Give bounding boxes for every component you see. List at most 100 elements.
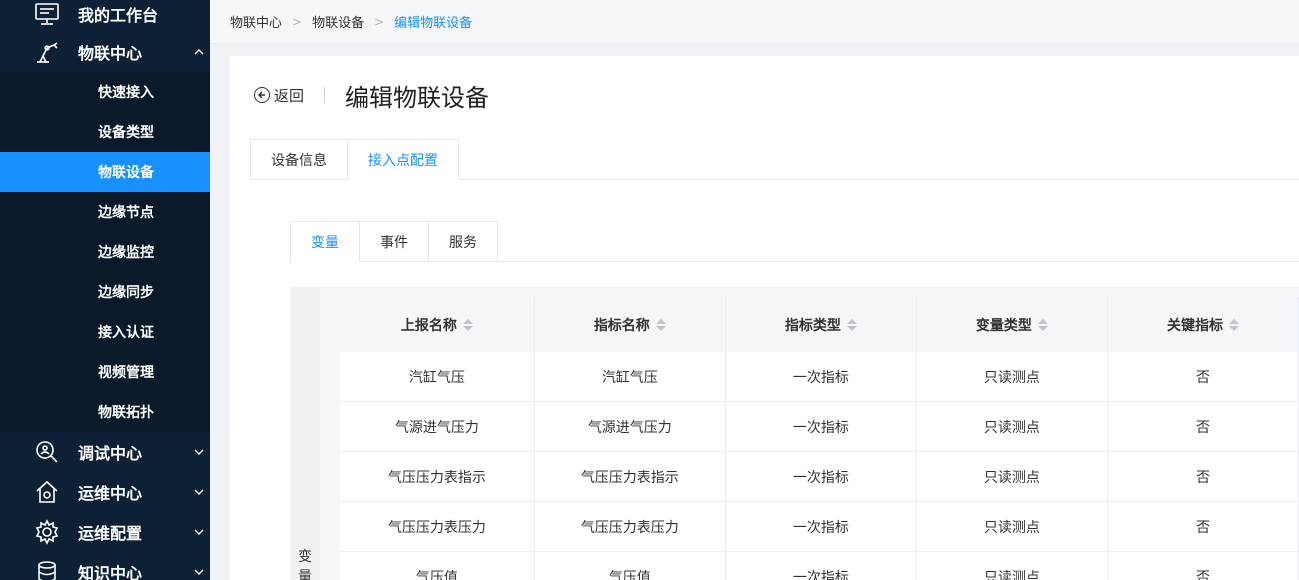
table-cell: 汽缸气压 <box>535 352 726 401</box>
table-cell: 只读测点 <box>917 552 1108 580</box>
table-cell: 只读测点 <box>917 352 1108 401</box>
tab-service[interactable]: 服务 <box>428 221 498 262</box>
sub-tabs: 变量 事件 服务 <box>290 221 1299 262</box>
nav-group-debug-center[interactable]: 调试中心 <box>0 432 210 472</box>
chevron-down-icon <box>194 569 204 575</box>
column-header-report-name[interactable]: 上报名称 <box>340 297 535 352</box>
main-card: 返回 编辑物联设备 设备信息 接入点配置 变量 事件 服务 变量 上报名称 指标… <box>230 56 1299 580</box>
nav-group-ops-center[interactable]: 运维中心 <box>0 472 210 512</box>
table-row[interactable]: 气压值 气压值 一次指标 只读测点 否 <box>340 552 1299 580</box>
robot-arm-icon <box>34 39 60 65</box>
table-cell: 否 <box>1108 552 1299 580</box>
column-header-label: 指标名称 <box>593 317 650 334</box>
nav-group-ops-config[interactable]: 运维配置 <box>0 512 210 552</box>
table-row[interactable]: 气压压力表指示 气压压力表指示 一次指标 只读测点 否 <box>340 452 1299 502</box>
table-header: 上报名称 指标名称 指标类型 变量类型 关键指标 <box>340 297 1299 352</box>
chevron-up-icon <box>194 49 204 55</box>
nav-group-label: 调试中心 <box>78 444 143 463</box>
back-button[interactable]: 返回 <box>254 85 304 106</box>
table-cell: 气压值 <box>535 552 726 580</box>
table-cell: 气源进气压力 <box>340 402 535 451</box>
variable-side-strip: 变量 <box>290 287 320 580</box>
sidebar-item-video-management[interactable]: 视频管理 <box>0 352 210 392</box>
gear-icon <box>34 519 60 545</box>
page-title: 编辑物联设备 <box>345 83 490 112</box>
table-row[interactable]: 汽缸气压 汽缸气压 一次指标 只读测点 否 <box>340 352 1299 402</box>
sort-icon[interactable] <box>1228 318 1239 331</box>
tab-device-info[interactable]: 设备信息 <box>250 139 348 180</box>
table-cell: 气压压力表压力 <box>535 502 726 551</box>
sort-icon[interactable] <box>846 318 857 331</box>
table-cell: 一次指标 <box>726 552 917 580</box>
column-header-label: 上报名称 <box>400 317 457 334</box>
table-cell: 气压压力表指示 <box>535 452 726 501</box>
nav-group-label: 知识中心 <box>78 564 143 580</box>
chevron-down-icon <box>194 489 204 495</box>
title-divider <box>324 87 326 103</box>
main-tabs: 设备信息 接入点配置 <box>250 139 1299 180</box>
table-cell: 气压压力表指示 <box>340 452 535 501</box>
table-row[interactable]: 气压压力表压力 气压压力表压力 一次指标 只读测点 否 <box>340 502 1299 552</box>
column-header-indicator-name[interactable]: 指标名称 <box>535 297 726 352</box>
sort-icon[interactable] <box>655 318 666 331</box>
sidebar-item-quick-access[interactable]: 快速接入 <box>0 72 210 112</box>
breadcrumb: 物联中心 > 物联设备 > 编辑物联设备 <box>210 0 1299 44</box>
sort-icon[interactable] <box>462 318 473 331</box>
page-header: 返回 编辑物联设备 <box>254 80 490 112</box>
breadcrumb-item-iot-device[interactable]: 物联设备 <box>312 12 364 31</box>
sidebar-item-edge-sync[interactable]: 边缘同步 <box>0 272 210 312</box>
table-cell: 一次指标 <box>726 452 917 501</box>
breadcrumb-item-iot-center[interactable]: 物联中心 <box>230 12 282 31</box>
home-gear-icon <box>34 479 60 505</box>
table-cell: 一次指标 <box>726 502 917 551</box>
sidebar-item-iot-topology[interactable]: 物联拓扑 <box>0 392 210 432</box>
tab-event[interactable]: 事件 <box>359 221 429 262</box>
nav-group-label: 运维配置 <box>78 524 143 543</box>
column-header-key-indicator[interactable]: 关键指标 <box>1108 297 1299 352</box>
arrow-left-icon <box>254 87 270 103</box>
chevron-down-icon <box>194 449 204 455</box>
sidebar-item-edge-monitor[interactable]: 边缘监控 <box>0 232 210 272</box>
nav-workbench-label: 我的工作台 <box>78 6 159 25</box>
table-cell: 一次指标 <box>726 352 917 401</box>
table-cell: 气源进气压力 <box>535 402 726 451</box>
variable-table: 上报名称 指标名称 指标类型 变量类型 关键指标 汽缸气压 汽缸气压 一次指标 … <box>340 297 1299 580</box>
table-cell: 否 <box>1108 402 1299 451</box>
table-cell: 否 <box>1108 502 1299 551</box>
sidebar: 我的工作台 物联中心 快速接入 设备类型 物联设备 边缘节点 边缘监控 边缘同步… <box>0 0 210 580</box>
nav-group-label: 物联中心 <box>78 44 143 63</box>
submenu-iot-center: 快速接入 设备类型 物联设备 边缘节点 边缘监控 边缘同步 接入认证 视频管理 … <box>0 72 210 432</box>
table-cell: 否 <box>1108 452 1299 501</box>
table-cell: 只读测点 <box>917 402 1108 451</box>
database-icon <box>34 559 60 580</box>
column-header-label: 变量类型 <box>975 317 1032 334</box>
column-header-label: 指标类型 <box>784 317 841 334</box>
chevron-down-icon <box>194 529 204 535</box>
sidebar-item-iot-device[interactable]: 物联设备 <box>0 152 210 192</box>
table-cell: 气压压力表压力 <box>340 502 535 551</box>
table-cell: 只读测点 <box>917 502 1108 551</box>
table-row[interactable]: 气源进气压力 气源进气压力 一次指标 只读测点 否 <box>340 402 1299 452</box>
sidebar-item-device-type[interactable]: 设备类型 <box>0 112 210 152</box>
variable-panel: 变量 上报名称 指标名称 指标类型 变量类型 关键指标 汽缸气压 汽缸气压 一次… <box>290 287 1299 580</box>
nav-workbench[interactable]: 我的工作台 <box>0 0 210 32</box>
breadcrumb-item-current: 编辑物联设备 <box>394 16 473 31</box>
chevron-right-icon: > <box>374 14 385 29</box>
table-cell: 气压值 <box>340 552 535 580</box>
table-cell: 汽缸气压 <box>340 352 535 401</box>
nav-group-iot-center[interactable]: 物联中心 <box>0 32 210 72</box>
sort-icon[interactable] <box>1037 318 1048 331</box>
table-cell: 否 <box>1108 352 1299 401</box>
column-header-indicator-type[interactable]: 指标类型 <box>726 297 917 352</box>
sidebar-item-edge-node[interactable]: 边缘节点 <box>0 192 210 232</box>
column-header-variable-type[interactable]: 变量类型 <box>917 297 1108 352</box>
variable-side-label: 变量 <box>298 549 312 580</box>
table-cell: 一次指标 <box>726 402 917 451</box>
monitor-icon <box>34 1 60 27</box>
nav-group-knowledge-center[interactable]: 知识中心 <box>0 552 210 580</box>
table-cell: 只读测点 <box>917 452 1108 501</box>
tab-access-point-config[interactable]: 接入点配置 <box>347 139 459 180</box>
tab-variable[interactable]: 变量 <box>290 221 360 262</box>
sidebar-item-access-auth[interactable]: 接入认证 <box>0 312 210 352</box>
chevron-right-icon: > <box>292 14 303 29</box>
